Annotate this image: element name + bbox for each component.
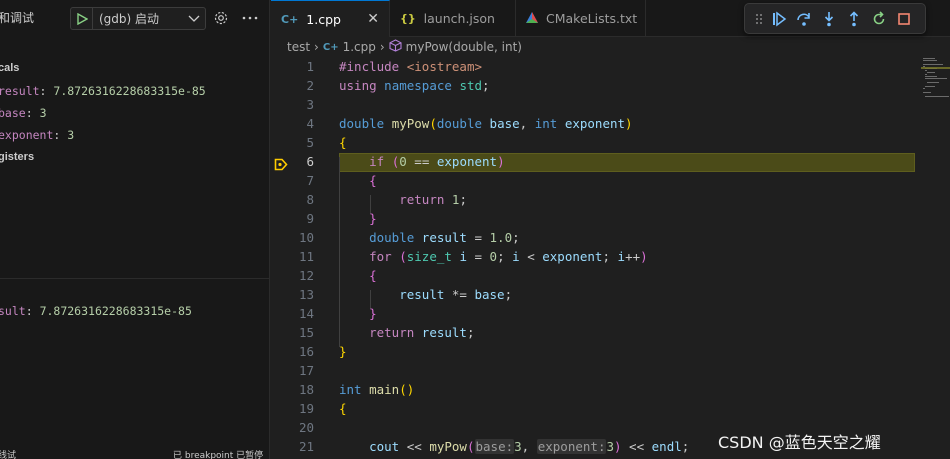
code-line: } <box>369 306 377 321</box>
cpp-icon: C+ <box>322 41 339 53</box>
line-number: 13 <box>298 287 314 302</box>
inlay-hint-base: base: <box>474 439 515 454</box>
call-stack-header[interactable]: 线试 已 breakpoint 已暂停 <box>0 449 269 459</box>
step-out-icon[interactable] <box>841 7 866 31</box>
line-number: 16 <box>298 344 314 359</box>
step-into-icon[interactable] <box>816 7 841 31</box>
line-number: 1 <box>306 59 314 74</box>
code-line: using namespace std; <box>339 78 490 93</box>
line-number: 7 <box>306 173 314 188</box>
debug-toolbar <box>744 3 926 34</box>
line-number: 9 <box>306 211 314 226</box>
code-line: { <box>369 173 377 188</box>
line-number: 6 <box>306 154 314 169</box>
code-line: int main() <box>339 382 415 397</box>
variable-name: base <box>0 106 26 120</box>
line-number: 11 <box>298 249 314 264</box>
breadcrumb: test › C+ 1.cpp › myPow(double, int) <box>287 38 522 56</box>
chevron-right-icon: › <box>314 40 319 54</box>
method-cube-icon <box>389 39 402 55</box>
line-number: 21 <box>298 439 314 454</box>
play-icon <box>76 12 88 25</box>
line-number: 18 <box>298 382 314 397</box>
inlay-hint-exponent: exponent: <box>536 439 607 454</box>
line-number: 15 <box>298 325 314 340</box>
paused-status: 已 breakpoint 已暂停 <box>173 451 264 459</box>
tab-1-cpp[interactable]: C+ 1.cpp ✕ <box>271 0 390 37</box>
locals-section-header[interactable]: cals <box>0 62 19 74</box>
json-braces-icon: {} <box>400 12 416 25</box>
breadcrumb-file[interactable]: 1.cpp <box>343 40 376 54</box>
code-editor[interactable]: 1 2 3 4 5 6 7 8 9 10 11 12 13 14 15 16 17 18 19 20 21 #inclu… <box>271 57 950 459</box>
breadcrumb-folder[interactable]: test <box>287 40 310 54</box>
tab-label: launch.json <box>423 11 495 26</box>
code-line: { <box>339 401 347 416</box>
code-line: #include <iostream> <box>339 59 483 74</box>
registers-section-header[interactable]: gisters <box>0 151 34 163</box>
tab-cmakelists[interactable]: CMakeLists.txt <box>516 0 646 37</box>
gear-icon[interactable] <box>213 10 229 26</box>
line-number: 2 <box>306 78 314 93</box>
restart-icon[interactable] <box>866 7 891 31</box>
code-line: result *= base; <box>399 287 513 302</box>
start-debugging-button[interactable] <box>71 8 93 29</box>
line-number: 10 <box>298 230 314 245</box>
line-number: 20 <box>298 420 314 435</box>
line-number: 3 <box>306 97 314 112</box>
debug-sidebar: 和调试 (gdb) 启动 cals result: 7.872631622868… <box>0 0 270 459</box>
stop-icon[interactable] <box>891 7 916 31</box>
chevron-right-icon: › <box>379 40 385 54</box>
code-line: for (size_t i = 0; i < exponent; i++) <box>369 249 648 264</box>
watermark-text: CSDN @蓝色天空之耀 <box>718 433 881 452</box>
step-over-icon[interactable] <box>791 7 816 31</box>
continue-icon[interactable] <box>766 7 791 31</box>
code-line: double myPow(double base, int exponent) <box>339 116 633 131</box>
variable-value: 3 <box>67 128 75 142</box>
close-icon[interactable]: ✕ <box>367 11 379 27</box>
code-line: return 1; <box>399 192 467 207</box>
code-line: if (0 == exponent) <box>369 154 505 169</box>
tab-label: CMakeLists.txt <box>546 11 638 26</box>
panel-divider <box>0 278 269 279</box>
cmake-triangle-icon <box>526 11 538 26</box>
minimap[interactable] <box>921 57 950 97</box>
call-stack-label: 线试 <box>0 451 17 459</box>
variable-name: result <box>0 84 40 98</box>
chevron-down-icon[interactable] <box>183 15 205 23</box>
line-number: 17 <box>298 363 314 378</box>
watch-name: sult <box>0 304 26 318</box>
variable-row-base[interactable]: base: 3 <box>0 106 47 120</box>
line-number: 19 <box>298 401 314 416</box>
variable-value: 3 <box>39 106 47 120</box>
watch-value: 7.8726316228683315e-85 <box>39 304 192 318</box>
launch-config-selector[interactable]: (gdb) 启动 <box>70 7 206 30</box>
code-line: { <box>369 268 377 283</box>
watch-row-result[interactable]: sult: 7.8726316228683315e-85 <box>0 304 192 318</box>
code-line: double result = 1.0; <box>369 230 520 245</box>
line-number: 14 <box>298 306 314 321</box>
code-line: cout << myPow(base:3, exponent:3) << end… <box>369 439 690 454</box>
variable-name: exponent <box>0 128 54 142</box>
drag-handle-icon[interactable] <box>752 7 766 31</box>
launch-config-label: (gdb) 启动 <box>99 12 160 26</box>
tab-label: 1.cpp <box>306 11 341 27</box>
more-actions-icon[interactable] <box>240 10 260 26</box>
line-number: 8 <box>306 192 314 207</box>
sidebar-title: 和调试 <box>0 11 35 25</box>
tab-launch-json[interactable]: {} launch.json <box>390 0 516 37</box>
variable-value: 7.8726316228683315e-85 <box>53 84 206 98</box>
line-number: 5 <box>306 135 314 150</box>
breadcrumb-symbol[interactable]: myPow(double, int) <box>406 40 522 54</box>
code-line: return result; <box>369 325 475 340</box>
code-line: } <box>369 211 377 226</box>
cpp-icon: C+ <box>281 12 299 26</box>
variable-row-result[interactable]: result: 7.8726316228683315e-85 <box>0 84 206 98</box>
line-number: 4 <box>306 116 314 131</box>
code-line: { <box>339 135 347 150</box>
line-number: 12 <box>298 268 314 283</box>
variable-row-exponent[interactable]: exponent: 3 <box>0 128 74 142</box>
code-line: } <box>339 344 347 359</box>
